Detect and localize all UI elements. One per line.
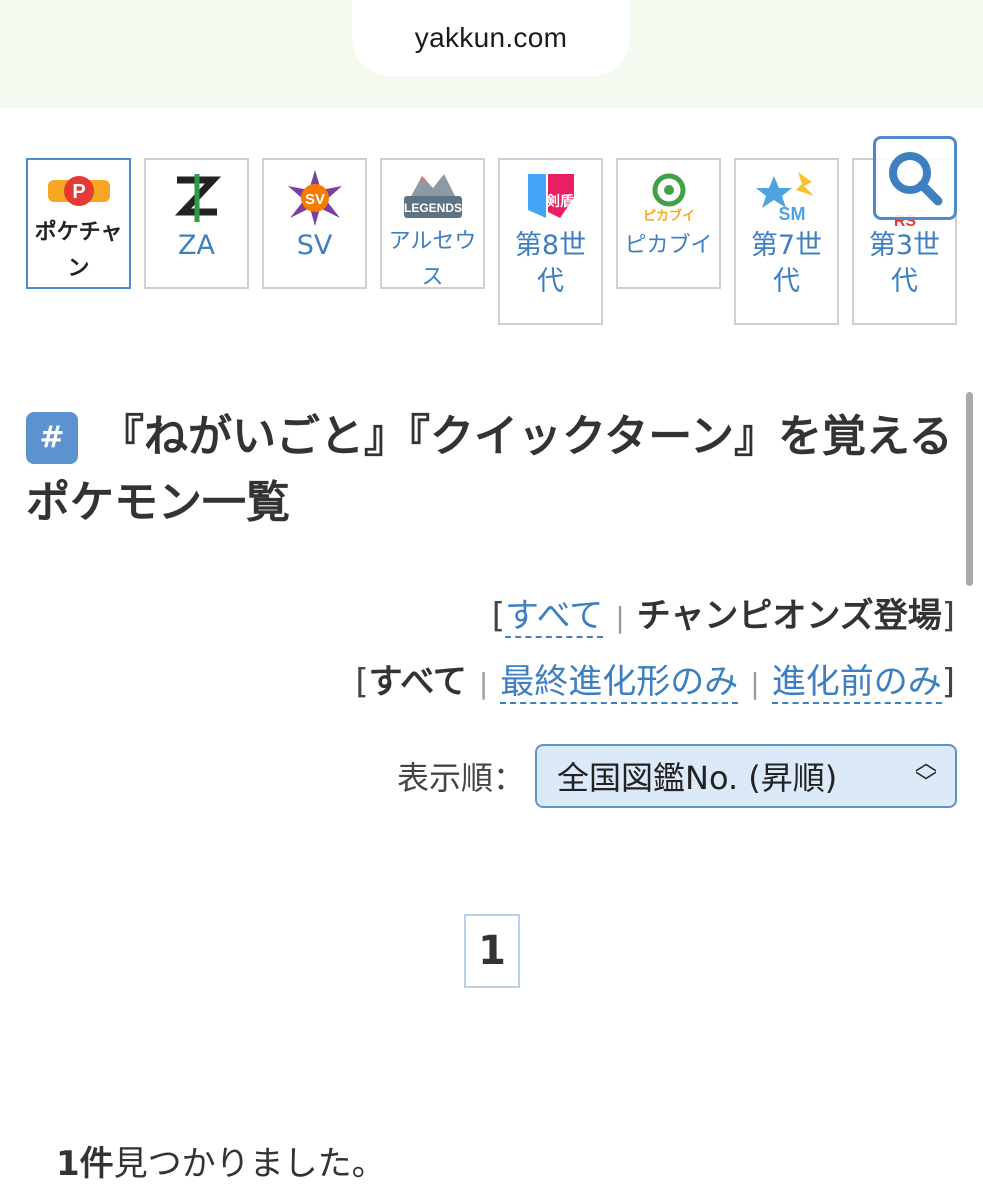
tab-pokechan[interactable]: P ポケチャン — [26, 158, 131, 289]
tab-label: ZA — [178, 230, 215, 261]
search-icon — [889, 152, 943, 206]
sv-logo-icon: SV — [270, 166, 360, 230]
filter-champions-current: チャンピオンズ登場 — [636, 596, 942, 636]
chevron-up-down-icon: ︿ ﹀ — [914, 751, 937, 796]
filter-pre-evolution-link[interactable]: 進化前のみ — [771, 662, 942, 704]
legends-logo-icon: LEGENDS — [388, 166, 478, 226]
sort-label: 表示順： — [396, 759, 525, 797]
tab-letsgo[interactable]: ピカブイ ピカブイ — [616, 158, 721, 289]
sword-shield-logo-icon: 剣盾 — [506, 166, 596, 230]
letsgo-logo-icon: ピカブイ — [624, 166, 714, 230]
sun-moon-logo-icon: SM — [742, 166, 832, 230]
result-count-text: 見つかりました。 — [113, 1144, 386, 1184]
filter-availability: [すべて | チャンピオンズ登場] — [491, 596, 955, 638]
champions-logo-icon: P — [34, 166, 124, 217]
page-title: # 『ねがいごと』『クイックターン』を覚えるポケモン一覧 — [26, 404, 956, 536]
result-count: 1件見つかりました。 — [56, 1136, 386, 1185]
url-bar[interactable]: yakkun.com — [352, 0, 630, 76]
tab-arceus[interactable]: LEGENDS アルセウス — [380, 158, 485, 290]
svg-text:SM: SM — [778, 204, 805, 224]
tab-label: ポケチャン — [34, 220, 123, 281]
sort-select-value: 全国図鑑No. (昇順) — [557, 759, 838, 797]
tab-label: ピカブイ — [624, 233, 713, 258]
hash-badge[interactable]: # — [26, 412, 78, 464]
filter-all-link[interactable]: すべて — [505, 596, 604, 638]
svg-text:SV: SV — [304, 191, 324, 208]
tab-gen7[interactable]: SM 第7世代 — [734, 158, 839, 325]
sort-select[interactable]: 全国図鑑No. (昇順) ︿ ﹀ — [535, 744, 957, 808]
scrollbar[interactable] — [966, 392, 973, 586]
filter-all-current: すべて — [368, 662, 467, 702]
svg-text:LEGENDS: LEGENDS — [403, 201, 461, 215]
result-count-number: 1件 — [56, 1144, 114, 1184]
tab-sv[interactable]: SV SV — [262, 158, 367, 289]
svg-text:剣盾: 剣盾 — [545, 193, 574, 210]
tab-gen8[interactable]: 剣盾 第8世代 — [498, 158, 603, 325]
search-button[interactable] — [873, 136, 957, 220]
tab-label: SV — [296, 230, 333, 261]
browser-bar: yakkun.com — [0, 0, 983, 108]
svg-text:P: P — [72, 181, 85, 203]
page-title-text: 『ねがいごと』『クイックターン』を覚えるポケモン一覧 — [26, 411, 953, 528]
tab-label: アルセウス — [388, 229, 477, 290]
filter-final-evolution-link[interactable]: 最終進化形のみ — [500, 662, 739, 704]
tab-label: 第7世代 — [750, 230, 823, 297]
pagination-current-page[interactable]: 1 — [464, 914, 520, 988]
tab-label: 第3世代 — [868, 230, 941, 297]
tab-label: 第8世代 — [514, 230, 587, 297]
tab-za[interactable]: ZA — [144, 158, 249, 289]
sort-row: 表示順： 全国図鑑No. (昇順) ︿ ﹀ — [397, 744, 957, 808]
za-logo-icon — [152, 166, 242, 230]
filter-evolution: [すべて | 最終進化形のみ | 進化前のみ] — [355, 662, 955, 704]
svg-text:ピカブイ: ピカブイ — [642, 208, 694, 224]
